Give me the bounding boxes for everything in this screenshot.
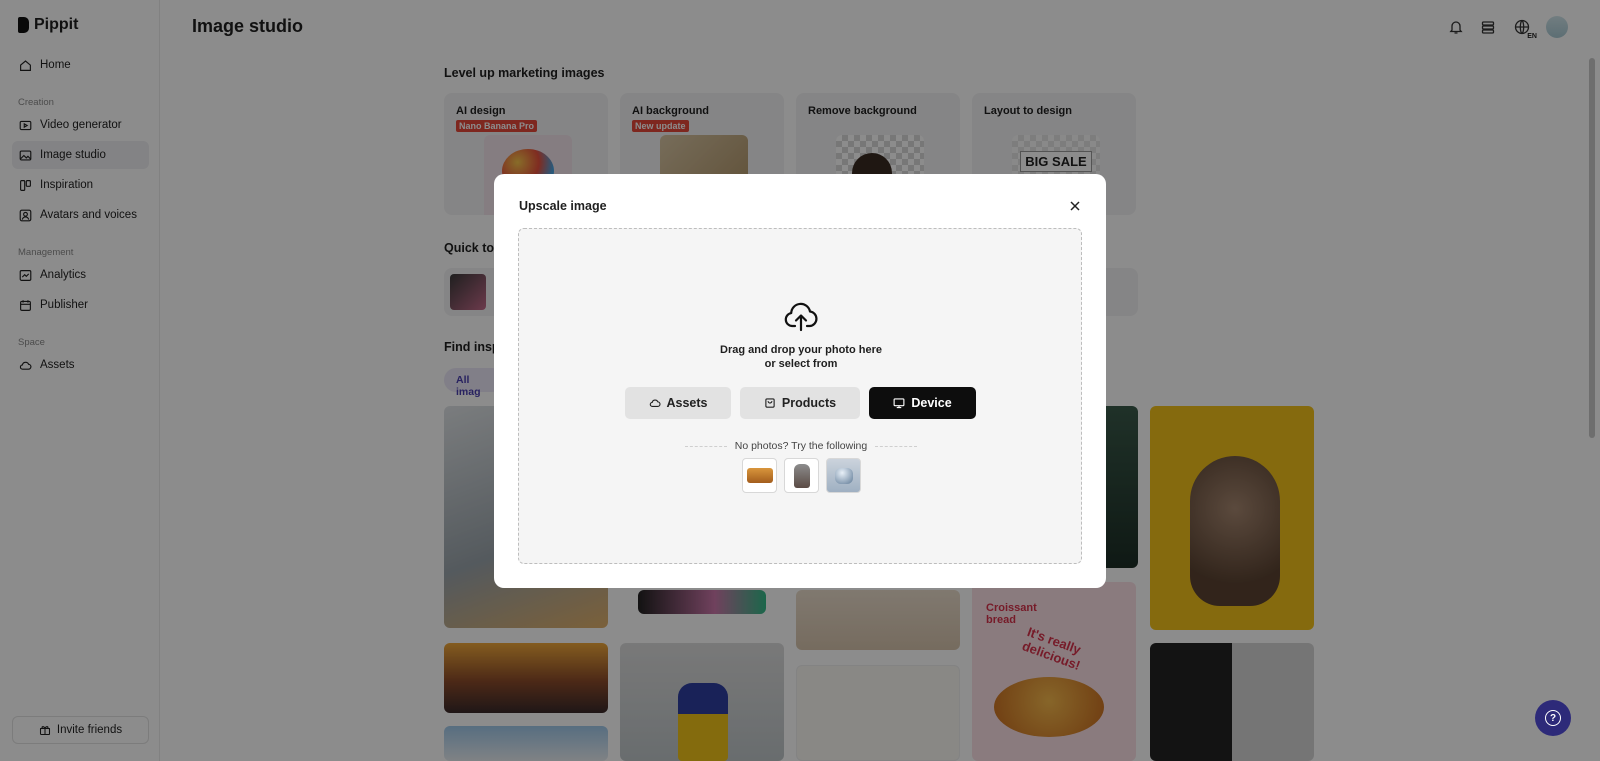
earbuds-image: [835, 468, 853, 484]
device-button[interactable]: Device: [869, 387, 976, 419]
sample-sofa[interactable]: [742, 458, 777, 493]
device-button-label: Device: [911, 396, 952, 410]
products-button[interactable]: Products: [740, 387, 860, 419]
help-button[interactable]: ?: [1535, 700, 1571, 736]
upload-dropzone[interactable]: Drag and drop your photo here or select …: [518, 228, 1082, 564]
dropzone-text-line2: or select from: [764, 358, 838, 370]
try-samples-text: No photos? Try the following: [734, 440, 868, 452]
bag-icon: [765, 398, 775, 408]
divider-right: [875, 446, 917, 447]
assets-button[interactable]: Assets: [625, 387, 731, 419]
sofa-image: [747, 468, 773, 483]
backpack-image: [794, 464, 810, 488]
cloud-upload-icon: [784, 302, 818, 332]
cloud-icon: [649, 399, 661, 407]
sample-backpack[interactable]: [784, 458, 819, 493]
products-button-label: Products: [781, 396, 837, 410]
modal-title: Upscale image: [519, 199, 607, 213]
upscale-image-modal: Upscale image Drag and drop your photo h…: [494, 174, 1106, 588]
monitor-icon: [893, 398, 905, 409]
sample-earbuds[interactable]: [826, 458, 861, 493]
close-icon[interactable]: [1068, 199, 1082, 213]
dropzone-text-line1: Drag and drop your photo here: [720, 344, 882, 356]
assets-button-label: Assets: [666, 396, 708, 410]
question-icon: ?: [1545, 710, 1561, 726]
